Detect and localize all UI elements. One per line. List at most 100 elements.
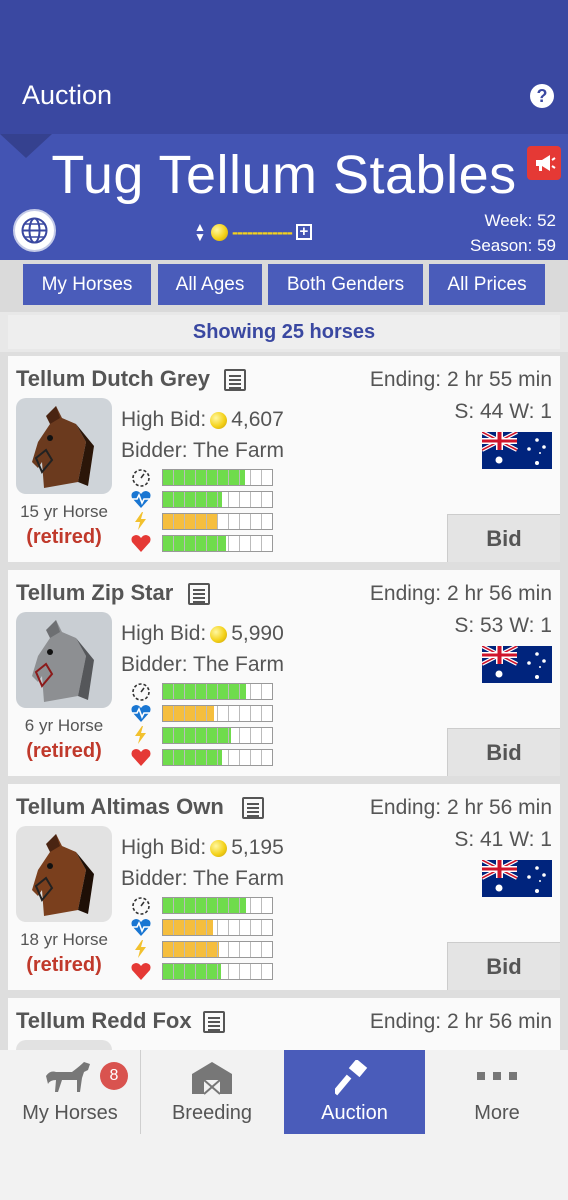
horse-status: (retired) [26, 954, 102, 976]
horse-card[interactable]: Tellum Zip Star Ending: 2 hr 56 min S: 5… [8, 570, 560, 776]
high-bid-value: 4,607 [231, 408, 284, 431]
nav-label: Breeding [171, 1102, 253, 1124]
nav-divider [140, 1050, 141, 1134]
horse-list[interactable]: Tellum Dutch Grey Ending: 2 hr 55 min S:… [0, 352, 568, 1050]
details-icon[interactable] [224, 369, 246, 391]
filter-ages[interactable]: All Ages [158, 264, 262, 305]
bottom-nav: 8 My Horses Breeding Auction More [0, 1050, 568, 1200]
coin-amount: ------------ [232, 221, 293, 242]
energy-bar [162, 941, 273, 958]
details-icon[interactable] [203, 1011, 225, 1033]
stable-name: Tug Tellum Stables [51, 145, 517, 205]
add-coins-icon[interactable]: + [295, 224, 312, 240]
stamina-bar [162, 705, 273, 722]
filter-my-horses[interactable]: My Horses [23, 264, 151, 305]
high-bid: High Bid: 4,607 [121, 408, 284, 432]
app-bar: Auction ? [0, 0, 568, 134]
energy-bar [162, 727, 273, 744]
horse-record: S: 44 W: 1 [454, 400, 552, 423]
nav-label: Auction [321, 1102, 388, 1124]
australia-flag-icon [482, 646, 552, 683]
season-label: Season: 59 [469, 236, 556, 255]
energy-bar [162, 513, 273, 530]
stamina-icon [130, 489, 152, 509]
details-icon[interactable] [188, 583, 210, 605]
megaphone-icon[interactable] [527, 146, 561, 180]
energy-icon [130, 939, 152, 959]
horse-age: 18 yr Horse [20, 930, 108, 949]
week-label: Week: 52 [484, 211, 556, 230]
horse-age: 6 yr Horse [24, 716, 104, 735]
horse-record: S: 41 W: 1 [454, 828, 552, 851]
high-bid-label: High Bid: [121, 408, 207, 431]
filter-prices[interactable]: All Prices [429, 264, 545, 305]
energy-icon [130, 725, 152, 745]
bid-button[interactable]: Bid [447, 514, 560, 562]
horse-record: S: 53 W: 1 [454, 614, 552, 637]
horse-head-icon [32, 620, 94, 702]
horse-card[interactable]: Tellum Redd Fox Ending: 2 hr 56 min [8, 998, 560, 1050]
horse-card[interactable]: Tellum Altimas Own Ending: 2 hr 56 min S… [8, 784, 560, 990]
globe-icon[interactable] [13, 209, 56, 252]
stamina-bar [162, 491, 273, 508]
bid-button[interactable]: Bid [447, 942, 560, 990]
energy-icon [130, 511, 152, 531]
stamina-bar [162, 919, 273, 936]
stat-energy [130, 724, 280, 746]
speed-bar [162, 683, 273, 700]
stat-energy [130, 510, 280, 532]
coin-icon [210, 839, 228, 857]
stat-bars [130, 466, 280, 554]
gavel-icon [334, 1060, 367, 1096]
horse-name: Tellum Altimas Own [16, 794, 224, 819]
nav-label: More [474, 1102, 520, 1124]
notification-badge: 8 [100, 1062, 128, 1090]
health-icon [130, 961, 152, 981]
high-bid-value: 5,990 [231, 622, 284, 645]
stat-speed [130, 680, 280, 702]
nav-auction[interactable]: Auction [284, 1050, 425, 1134]
help-icon[interactable]: ? [530, 84, 554, 108]
health-bar [162, 963, 273, 980]
bidder: Bidder: The Farm [121, 867, 285, 890]
stamina-icon [130, 703, 152, 723]
horse-head-icon [32, 406, 94, 488]
bid-button[interactable]: Bid [447, 728, 560, 776]
auction-ending: Ending: 2 hr 56 min [369, 582, 552, 605]
australia-flag-icon [482, 432, 552, 469]
horse-name: Tellum Redd Fox [16, 1008, 192, 1033]
stat-health [130, 532, 280, 554]
horse-age: 15 yr Horse [20, 502, 108, 521]
stat-speed [130, 466, 280, 488]
filter-genders[interactable]: Both Genders [268, 264, 423, 305]
nav-more[interactable]: More [426, 1050, 568, 1134]
page-title: Auction [22, 80, 113, 110]
horse-portrait[interactable] [16, 398, 112, 494]
high-bid-label: High Bid: [121, 622, 207, 645]
high-bid: High Bid: 5,195 [121, 836, 284, 860]
horse-card[interactable]: Tellum Dutch Grey Ending: 2 hr 55 min S:… [8, 356, 560, 562]
horse-name: Tellum Zip Star [16, 580, 174, 605]
nav-breeding[interactable]: Breeding [142, 1050, 282, 1134]
stat-stamina [130, 916, 280, 938]
horse-icon [46, 1062, 90, 1092]
horse-portrait[interactable] [16, 1040, 112, 1050]
australia-flag-icon [482, 860, 552, 897]
horse-portrait[interactable] [16, 826, 112, 922]
barn-icon [192, 1062, 232, 1095]
nav-my-horses[interactable]: 8 My Horses [0, 1050, 140, 1134]
horse-head-icon [32, 834, 94, 916]
filter-bar: My Horses All Ages Both Genders All Pric… [0, 260, 568, 312]
week-season: Week: 52 Season: 59 [470, 208, 556, 258]
stat-health [130, 960, 280, 982]
horse-status: (retired) [26, 526, 102, 548]
speed-icon [130, 681, 152, 701]
auction-ending: Ending: 2 hr 56 min [369, 796, 552, 819]
sort-arrows-icon[interactable]: ▲ ▼ [193, 221, 207, 243]
high-bid-label: High Bid: [121, 836, 207, 859]
details-icon[interactable] [242, 797, 264, 819]
stat-health [130, 746, 280, 768]
horse-portrait[interactable] [16, 612, 112, 708]
horse-name: Tellum Dutch Grey [16, 366, 210, 391]
horse-status: (retired) [26, 740, 102, 762]
